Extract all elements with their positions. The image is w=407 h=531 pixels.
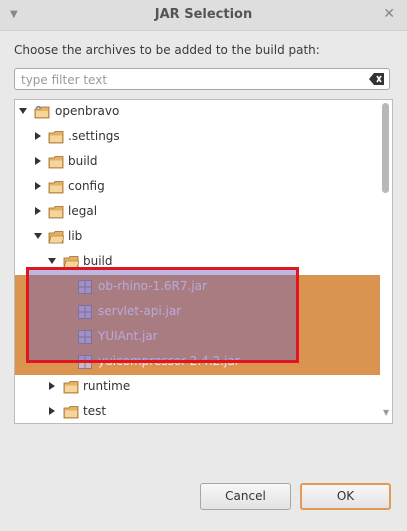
archive-tree[interactable]: openbravo .settings build config legal l…	[14, 99, 393, 424]
cancel-button[interactable]: Cancel	[200, 483, 291, 510]
window-title: JAR Selection	[154, 7, 253, 22]
expand-twisty-icon[interactable]	[33, 156, 43, 166]
tree-node-label: .settings	[68, 129, 120, 143]
open-folder-icon	[48, 231, 64, 244]
folder-icon	[48, 206, 64, 219]
tree-node-label: test	[83, 404, 107, 418]
instruction-text: Choose the archives to be added to the b…	[14, 43, 320, 57]
collapse-twisty-icon[interactable]	[47, 256, 57, 266]
tree-node-label: runtime	[83, 379, 131, 393]
expand-twisty-icon[interactable]	[47, 406, 57, 416]
project-folder-icon	[34, 106, 50, 119]
tree-node-openbravo[interactable]: openbravo	[15, 100, 379, 125]
close-icon[interactable]: ✕	[383, 6, 395, 22]
vertical-scrollbar[interactable]: ▲ ▼	[380, 100, 392, 423]
folder-icon	[48, 156, 64, 169]
ok-button[interactable]: OK	[300, 483, 391, 510]
tree-node-build[interactable]: build	[15, 150, 379, 175]
tree-node-label: legal	[68, 204, 98, 218]
tree-node-label: config	[68, 179, 105, 193]
folder-icon	[63, 406, 79, 419]
tree-node-runtime[interactable]: runtime	[15, 375, 379, 400]
tree-node-label: build	[68, 154, 98, 168]
expand-twisty-icon[interactable]	[47, 381, 57, 391]
tree-node-legal[interactable]: legal	[15, 200, 379, 225]
folder-icon	[48, 181, 64, 194]
tree-node-lib[interactable]: lib	[15, 225, 379, 250]
folder-icon	[48, 131, 64, 144]
folder-icon	[63, 381, 79, 394]
filter-field[interactable]	[14, 68, 390, 90]
tree-node-label: lib	[68, 229, 83, 243]
filter-input[interactable]	[19, 71, 363, 89]
tree-node-label: build	[83, 254, 113, 268]
expand-twisty-icon[interactable]	[33, 181, 43, 191]
collapse-twisty-icon[interactable]	[18, 106, 28, 116]
tree-node-config[interactable]: config	[15, 175, 379, 200]
scrollbar-thumb[interactable]	[382, 103, 389, 193]
collapse-twisty-icon[interactable]	[33, 231, 43, 241]
tree-node-settings[interactable]: .settings	[15, 125, 379, 150]
scroll-down-icon[interactable]: ▼	[383, 408, 389, 417]
tree-node-label: openbravo	[55, 104, 120, 118]
expand-twisty-icon[interactable]	[33, 131, 43, 141]
clear-filter-icon[interactable]	[369, 72, 385, 86]
title-bar: ▼ JAR Selection ✕	[0, 0, 407, 31]
selection-highlight-box	[26, 267, 299, 363]
expand-twisty-icon[interactable]	[33, 206, 43, 216]
tree-node-test[interactable]: test	[15, 400, 379, 423]
